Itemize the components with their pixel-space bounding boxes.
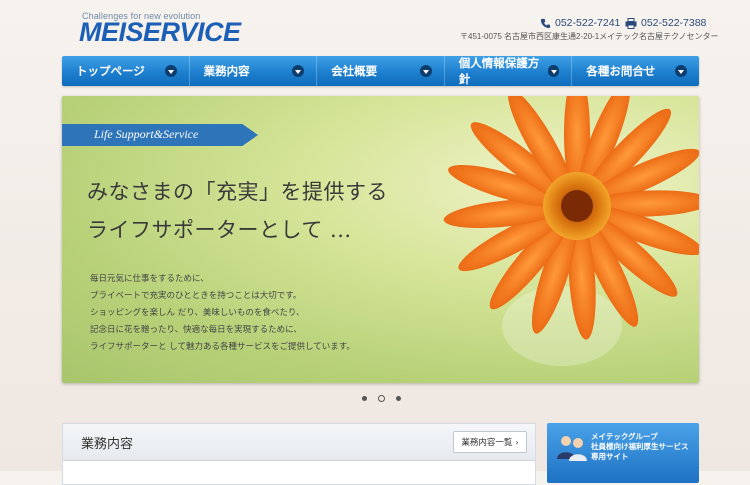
chevron-down-icon bbox=[419, 65, 432, 77]
flower-image bbox=[443, 96, 699, 366]
nav-company[interactable]: 会社概要 bbox=[317, 56, 445, 86]
hero-headline-2: ライフサポーターとして ... bbox=[87, 218, 352, 242]
hero-ribbon: Life Support&Service bbox=[62, 124, 258, 146]
nav-label: 各種お問合せ bbox=[586, 64, 656, 78]
banner-line: メイテックグループ bbox=[591, 432, 658, 441]
nav-contact[interactable]: 各種お問合せ bbox=[572, 56, 699, 86]
fax-text: 052-522-7388 bbox=[641, 17, 707, 29]
ribbon-text: Life Support&Service bbox=[94, 127, 199, 141]
site-logo[interactable]: MEISERVICE bbox=[79, 17, 241, 48]
people-icon bbox=[557, 436, 587, 461]
hero-headline-1: みなさまの「充実」を提供する bbox=[87, 180, 388, 204]
chevron-down-icon bbox=[674, 65, 687, 77]
nav-top[interactable]: トップページ bbox=[62, 56, 190, 86]
hero-slider[interactable]: Life Support&Service みなさまの「充実」を提供する ライフサ… bbox=[62, 96, 699, 383]
slider-dot-active[interactable] bbox=[378, 395, 385, 402]
hero-text-line: ショッピングを楽しん だり、美味しいものを食べたり、 bbox=[90, 308, 305, 318]
nav-label: トップページ bbox=[76, 64, 145, 78]
hero-text-line: ライフサポーターと して魅力ある各種サービスをご提供しています。 bbox=[90, 342, 355, 352]
fax-number: 052-522-7388 bbox=[625, 17, 706, 29]
banner-line: 社員様向け福利厚生サービス bbox=[591, 442, 689, 451]
slider-pagination bbox=[362, 395, 401, 402]
panel-title: 業務内容 bbox=[81, 437, 134, 452]
banner-line: 専用サイト bbox=[591, 452, 629, 461]
chevron-down-icon bbox=[547, 65, 560, 77]
button-label: 業務内容一覧 bbox=[461, 438, 513, 448]
chevron-down-icon bbox=[164, 65, 177, 77]
slider-dot[interactable] bbox=[362, 396, 367, 401]
phone-text: 052-522-7241 bbox=[555, 17, 621, 29]
nav-privacy[interactable]: 個人情報保護方針 bbox=[445, 56, 573, 86]
fax-icon bbox=[625, 17, 637, 29]
hero-text-line: 記念日に花を贈ったり、快適な毎日を実現するために、 bbox=[90, 325, 302, 335]
phone-icon bbox=[540, 18, 551, 28]
services-list-button[interactable]: 業務内容一覧 › bbox=[453, 431, 527, 453]
slider-dot[interactable] bbox=[396, 396, 401, 401]
services-panel: 業務内容 業務内容一覧 › bbox=[62, 423, 536, 485]
company-address: 〒451-0075 名古屋市西区康生通2-20-1メイテック名古屋テクノセンター bbox=[460, 32, 719, 41]
hero-text-line: プライベートで充実のひとときを持つことは大切です。 bbox=[90, 291, 302, 301]
main-nav: トップページ 業務内容 会社概要 個人情報保護方針 各種お問合せ bbox=[62, 56, 699, 86]
nav-services[interactable]: 業務内容 bbox=[190, 56, 318, 86]
banner-text: メイテックグループ 社員様向け福利厚生サービス 専用サイト bbox=[591, 432, 689, 462]
hero-text-line: 毎日元気に仕事をするために、 bbox=[90, 274, 209, 284]
chevron-down-icon bbox=[292, 65, 305, 77]
nav-label: 業務内容 bbox=[203, 64, 250, 78]
nav-label: 個人情報保護方針 bbox=[458, 56, 540, 86]
panel-header: 業務内容 業務内容一覧 › bbox=[63, 424, 535, 461]
nav-label: 会社概要 bbox=[331, 64, 378, 78]
chevron-right-icon: › bbox=[515, 437, 519, 447]
phone-number[interactable]: 052-522-7241 bbox=[540, 17, 620, 29]
welfare-site-banner[interactable]: メイテックグループ 社員様向け福利厚生サービス 専用サイト bbox=[547, 423, 699, 483]
